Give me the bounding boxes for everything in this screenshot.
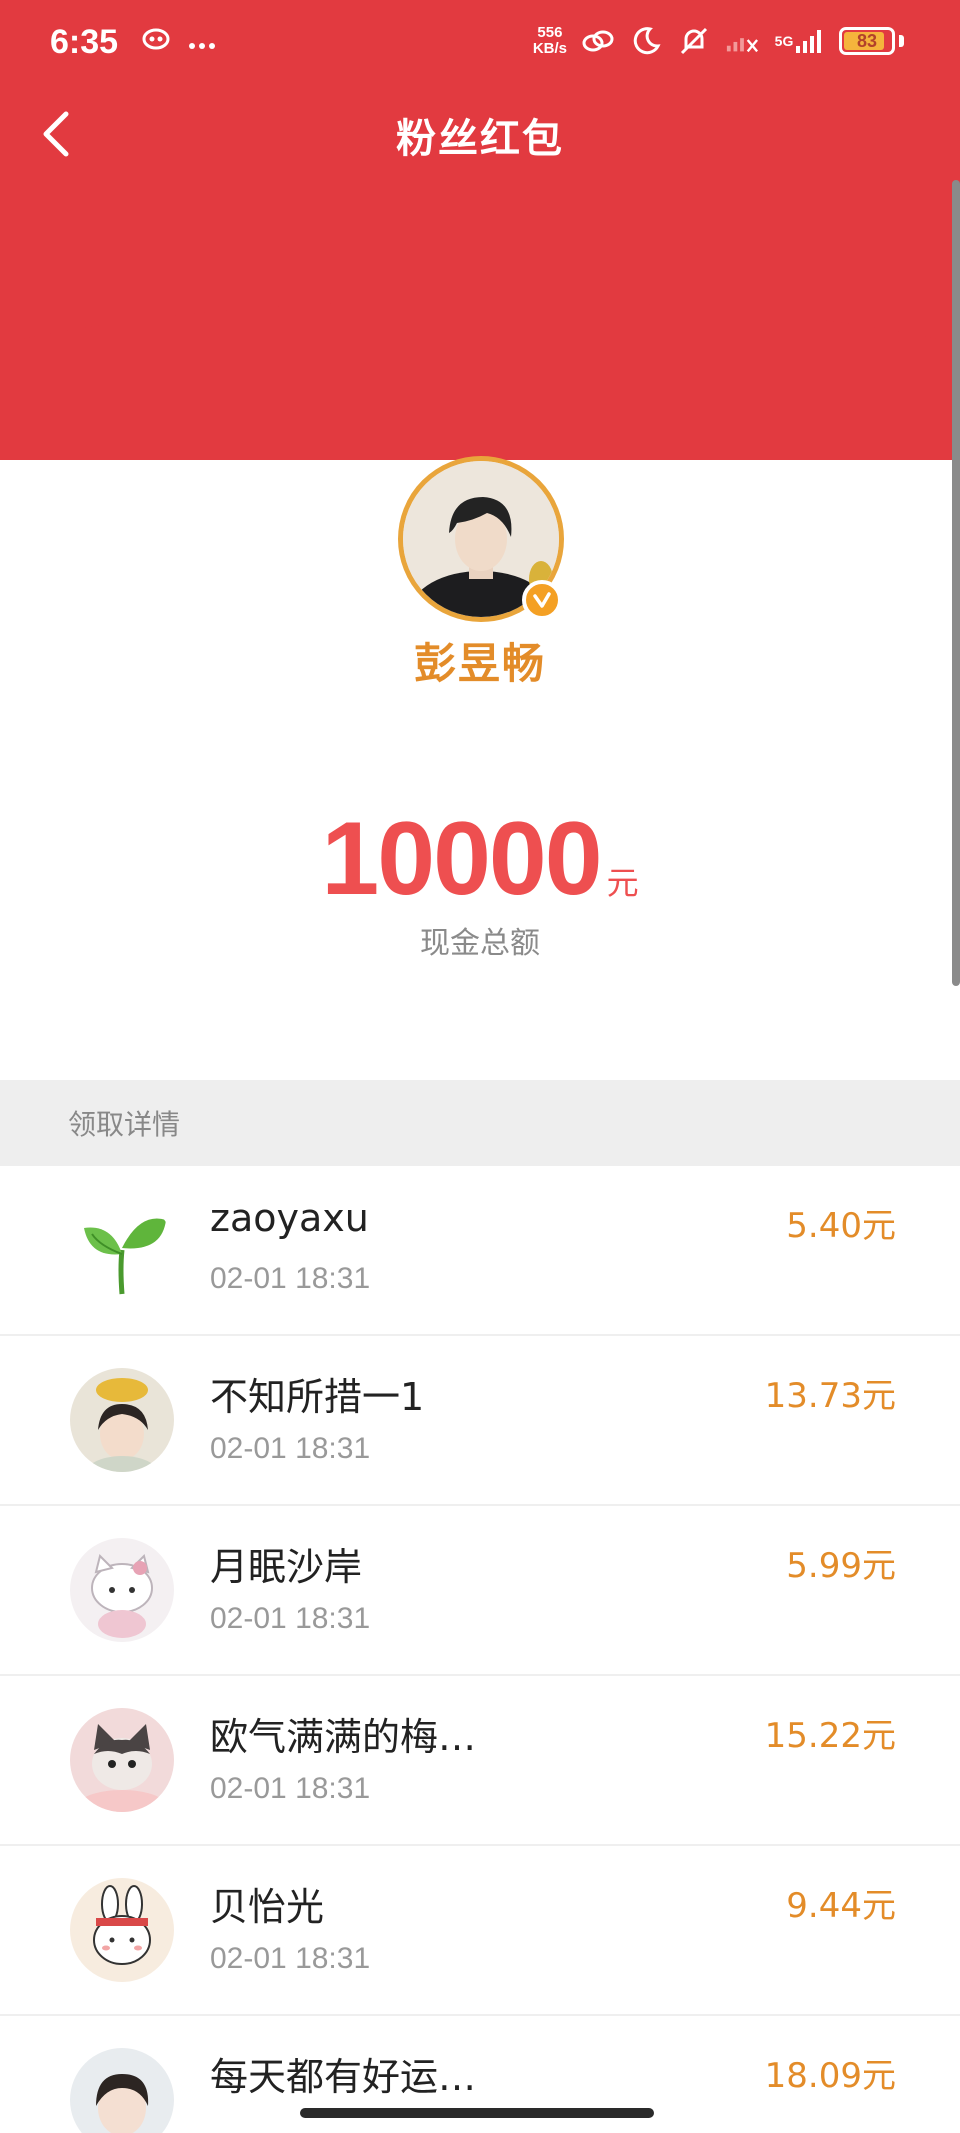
claim-time: 02-01 18:31: [210, 1602, 371, 1635]
creator-name[interactable]: 彭昱畅: [0, 630, 960, 691]
status-bar: 6:35 556 KB/s 5G 83: [0, 0, 960, 84]
list-item[interactable]: 月眠沙岸 02-01 18:31 5.99元: [0, 1506, 960, 1676]
claimer-name: 月眠沙岸: [210, 1545, 363, 1589]
claimer-name: 贝怡光: [210, 1885, 325, 1929]
kitten-avatar: [70, 1708, 174, 1812]
claim-amount: 15.22元: [764, 1716, 896, 1756]
claim-amount: 13.73元: [764, 1376, 896, 1416]
section-title: 领取详情: [68, 1108, 181, 1141]
amount-unit: 元: [606, 864, 639, 902]
battery-icon: 83: [839, 27, 895, 55]
claim-time: 02-01 18:31: [210, 1772, 371, 1805]
list-item[interactable]: 欧气满满的梅… 02-01 18:31 15.22元: [0, 1676, 960, 1846]
home-indicator[interactable]: [300, 2108, 654, 2118]
claim-amount: 5.40元: [786, 1206, 896, 1246]
link-icon: [581, 24, 615, 58]
list-item[interactable]: 贝怡光 02-01 18:31 9.44元: [0, 1846, 960, 2016]
claim-time: 02-01 18:31: [210, 1942, 371, 1975]
hello-kitty-avatar: [70, 1538, 174, 1642]
girl-portrait-avatar: [70, 2048, 174, 2133]
mute-bell-icon: [677, 24, 711, 58]
bunny-avatar: [70, 1878, 174, 1982]
claim-amount: 18.09元: [764, 2056, 896, 2096]
network-speed: 556 KB/s: [532, 24, 567, 57]
claimer-name: 欧气满满的梅…: [210, 1715, 477, 1759]
claim-amount: 5.99元: [786, 1546, 896, 1586]
more-notifications-icon: [188, 27, 216, 57]
claim-list: zaoyaxu 02-01 18:31 5.40元 不知所措一1 02-01 1…: [0, 1166, 960, 2133]
total-amount: 10000 元: [0, 800, 960, 919]
signal-no-service-icon: [725, 24, 759, 58]
app-notification-icon: [142, 27, 170, 57]
claimer-name: 每天都有好运…: [210, 2055, 477, 2099]
list-item[interactable]: zaoyaxu 02-01 18:31 5.40元: [0, 1166, 960, 1336]
signal-5g-icon: 5G: [773, 24, 825, 58]
header-arc: [0, 300, 960, 460]
page-title: 粉丝红包: [396, 116, 564, 162]
verified-badge-icon: [522, 580, 562, 620]
amount-value: 10000: [321, 801, 602, 917]
claimer-name: 不知所措一1: [210, 1375, 425, 1419]
claim-details-header: 领取详情: [0, 1080, 960, 1166]
girl-with-gold-ingot-avatar: [70, 1368, 174, 1472]
claim-time: 02-01 18:31: [210, 1262, 371, 1295]
claimer-name: zaoyaxu: [210, 1196, 369, 1240]
amount-caption: 现金总额: [420, 926, 540, 961]
claim-time: 02-01 18:31: [210, 1432, 371, 1465]
status-time: 6:35: [50, 22, 119, 61]
list-item[interactable]: 不知所措一1 02-01 18:31 13.73元: [0, 1336, 960, 1506]
nav-bar: 粉丝红包: [0, 90, 960, 170]
do-not-disturb-moon-icon: [629, 24, 663, 58]
sprout-avatar: [70, 1198, 174, 1302]
claim-amount: 9.44元: [786, 1886, 896, 1926]
